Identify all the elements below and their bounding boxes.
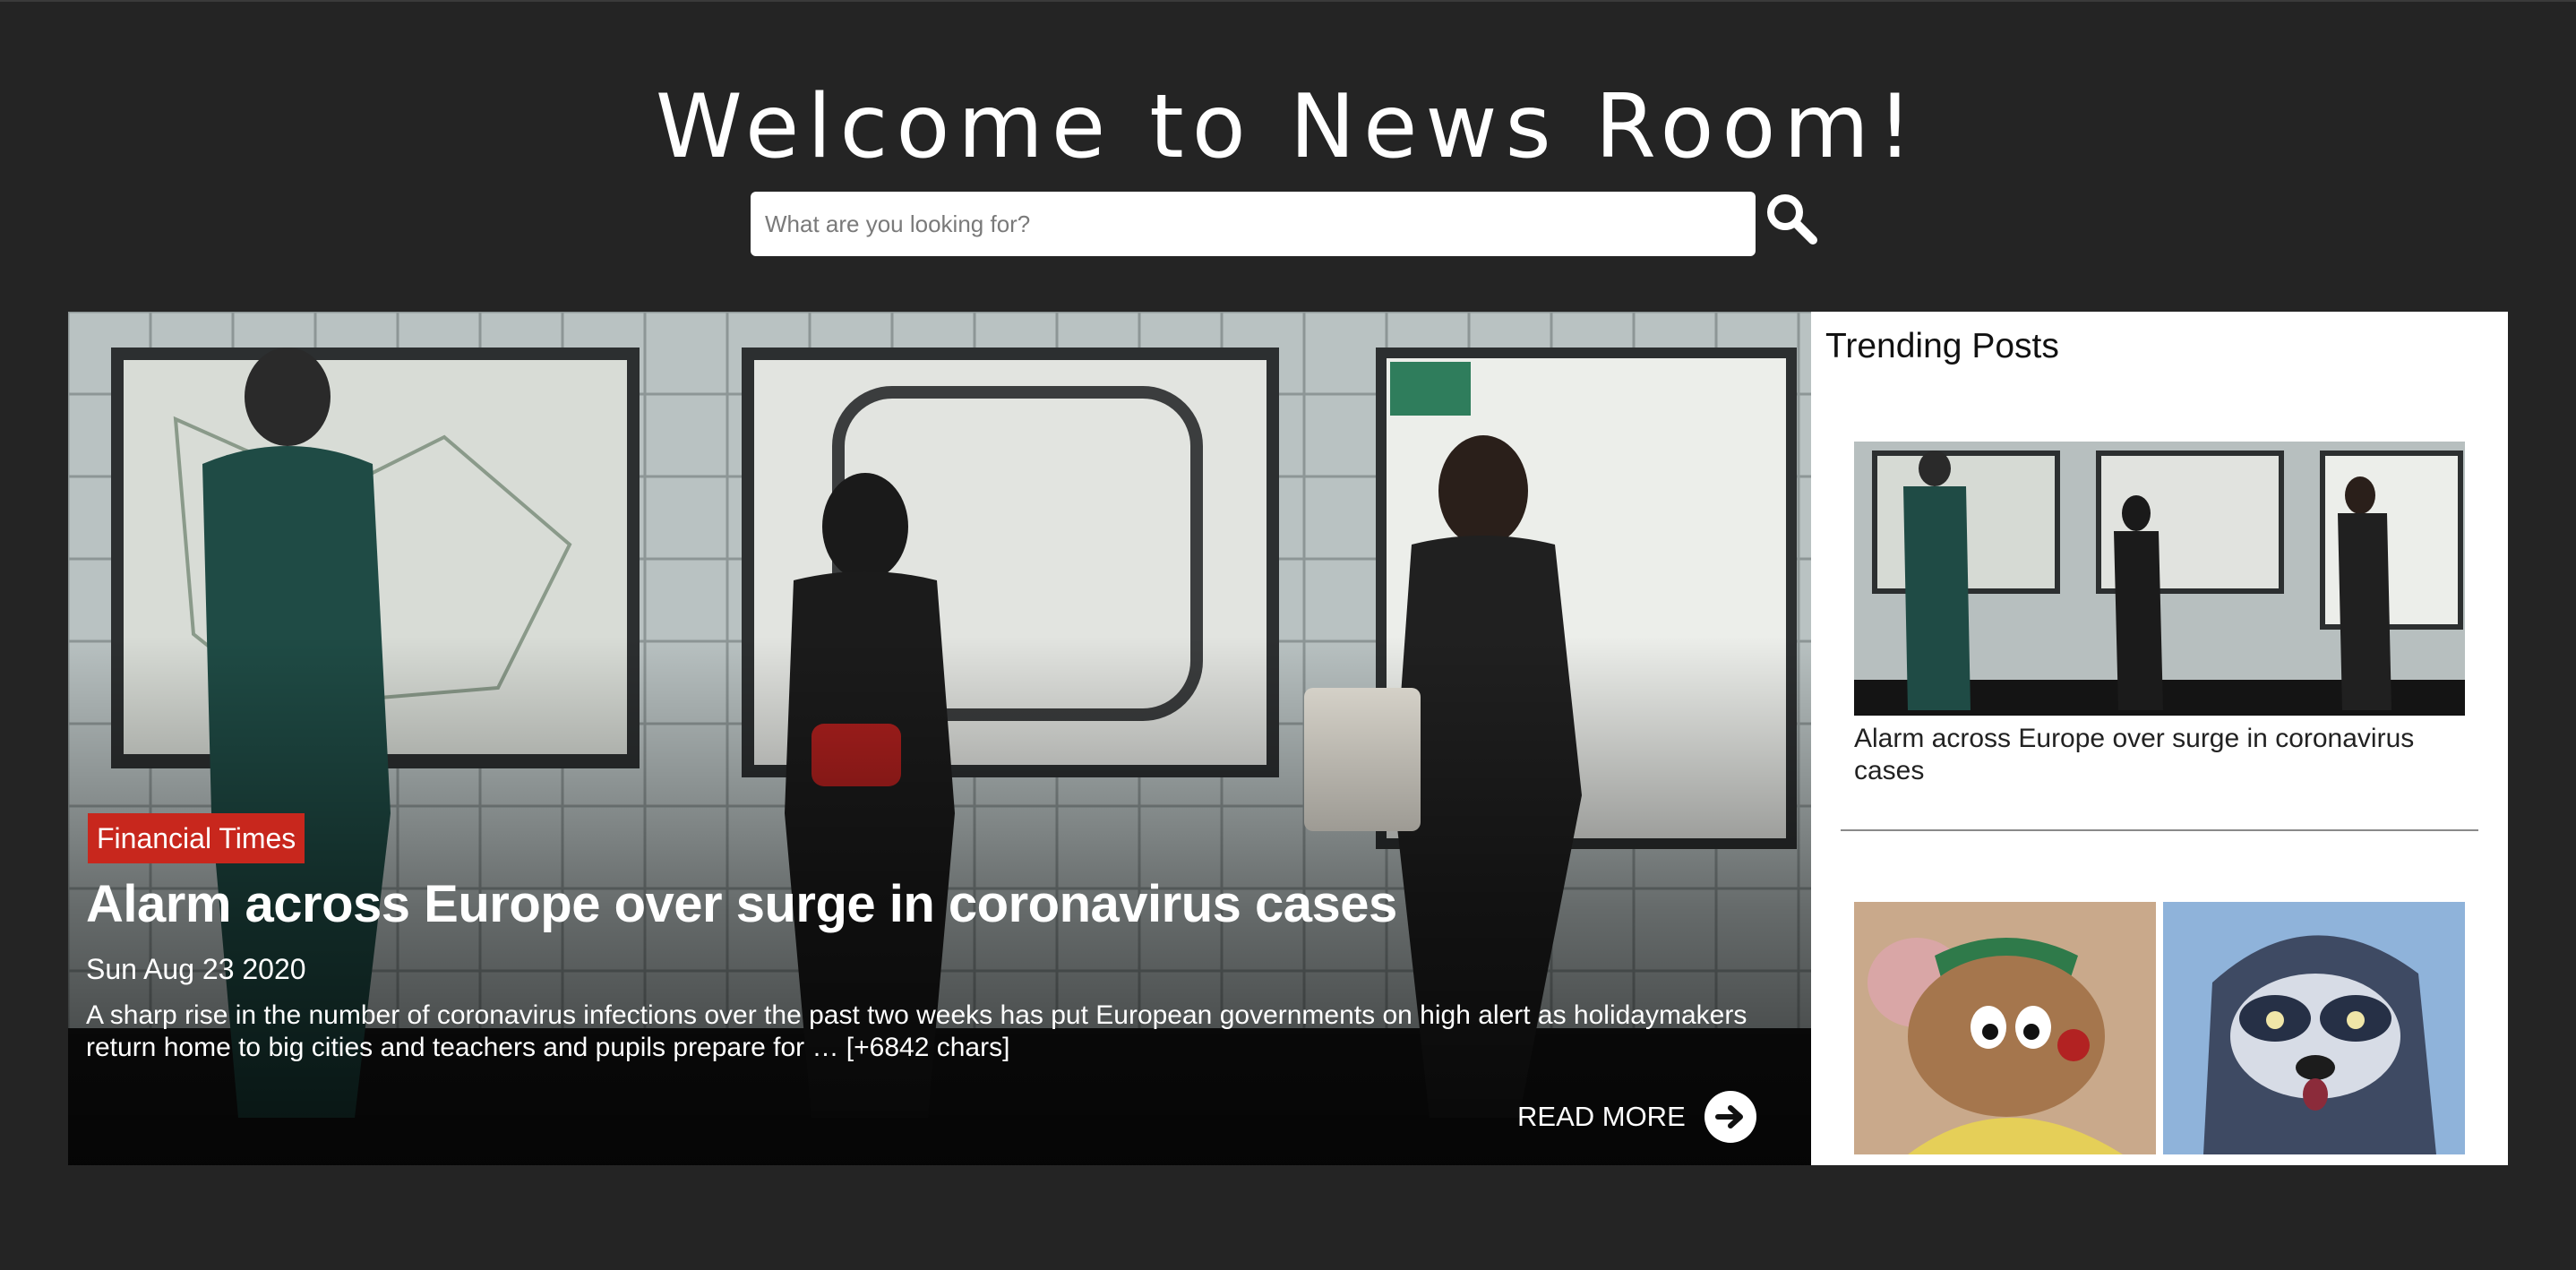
featured-description: A sharp rise in the number of coronaviru… xyxy=(86,1000,1747,1062)
post-thumbnail xyxy=(1854,902,2465,1154)
trending-post[interactable]: Alarm across Europe over surge in corona… xyxy=(1854,442,2465,787)
search-icon xyxy=(1767,194,1817,245)
search-button[interactable] xyxy=(1763,190,1820,247)
read-more-button[interactable]: READ MORE xyxy=(1517,1089,1757,1145)
featured-date: Sun Aug 23 2020 xyxy=(86,953,306,985)
trending-post[interactable] xyxy=(1854,902,2465,1162)
trending-panel: Trending Posts Alarm across Europe over … xyxy=(1811,312,2508,1165)
source-badge: Financial Times xyxy=(88,813,305,863)
trending-title: Trending Posts xyxy=(1825,327,2059,365)
search-input[interactable] xyxy=(751,192,1756,256)
arrow-right-circle-icon xyxy=(1704,1091,1756,1143)
post-thumbnail xyxy=(1854,442,2465,716)
trending-post-title[interactable]: Alarm across Europe over surge in corona… xyxy=(1854,723,2465,787)
post-divider xyxy=(1841,829,2478,831)
site-title: Welcome to News Room! xyxy=(655,76,1921,178)
top-border xyxy=(0,0,2576,2)
read-more-label: READ MORE xyxy=(1517,1101,1686,1132)
featured-headline[interactable]: Alarm across Europe over surge in corona… xyxy=(86,871,1788,939)
featured-article[interactable]: Financial Times Alarm across Europe over… xyxy=(68,312,1811,1165)
